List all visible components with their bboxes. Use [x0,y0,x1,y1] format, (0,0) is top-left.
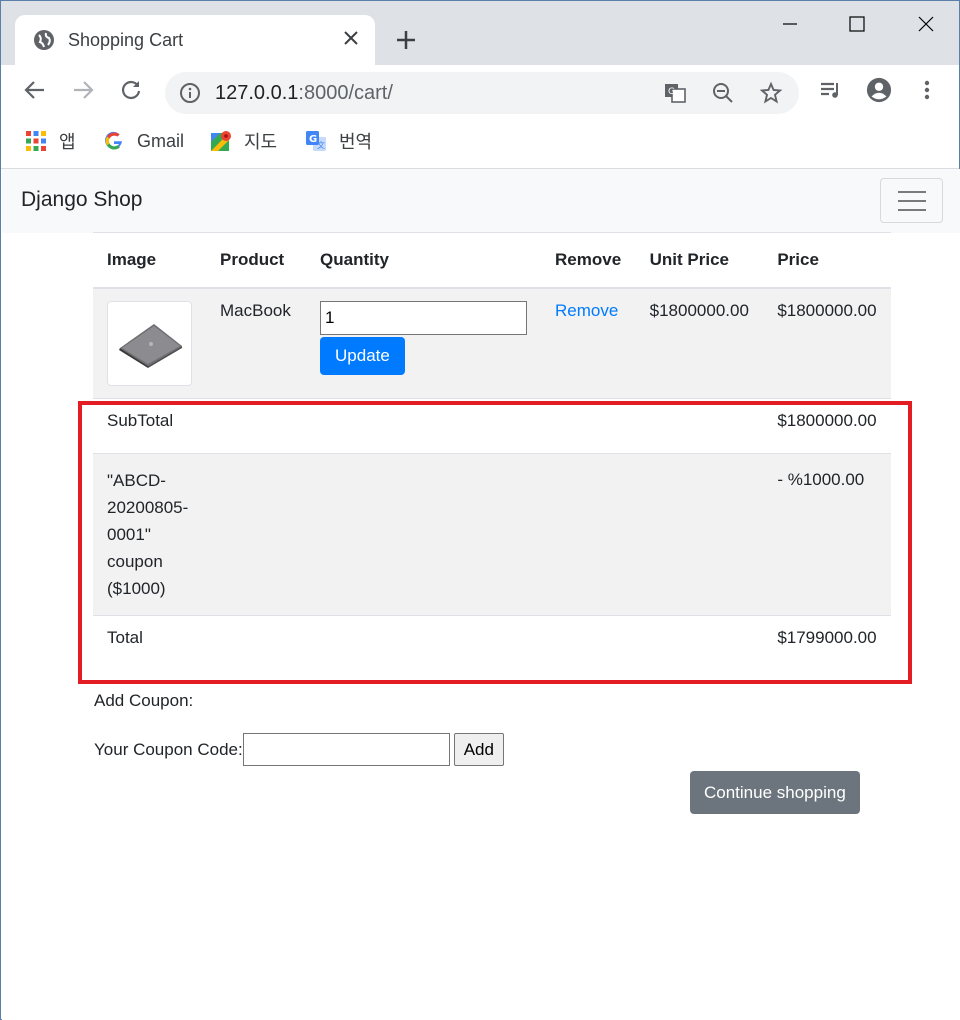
update-button[interactable]: Update [320,336,405,375]
browser-window: Shopping Cart 127.0.0.1:8000/cart/ G 앱 G… [0,0,960,1020]
table-row: MacBook Update Remove $1800000.00 $18000… [93,287,891,399]
tab-strip: Shopping Cart [1,1,959,67]
close-tab-icon[interactable] [340,27,362,49]
tab-shopping-cart[interactable]: Shopping Cart [15,15,375,67]
subtotal-label: SubTotal [93,398,206,454]
header-product: Product [206,232,307,289]
svg-text:文: 文 [317,140,325,150]
coupon-line: coupon [107,552,163,571]
bookmark-apps[interactable]: 앱 [25,129,76,153]
close-window-icon[interactable] [913,11,939,37]
total-label: Total [93,615,206,671]
apps-grid-icon [25,130,47,152]
bookmark-translate-label: 번역 [339,132,373,152]
unit-price: $1800000.00 [635,287,764,399]
url-text: 127.0.0.1:8000/cart/ [215,82,393,105]
site-navbar: Django Shop [2,169,960,233]
hamburger-icon-line [898,209,926,211]
product-thumbnail[interactable] [107,300,192,386]
add-coupon-button[interactable]: Add [453,733,504,766]
forward-arrow-icon[interactable] [70,77,96,103]
item-price: $1800000.00 [763,287,891,399]
back-arrow-icon[interactable] [22,77,48,103]
coupon-line: 20200805- [107,498,189,517]
coupon-description: "ABCD- 20200805- 0001" coupon ($1000) [93,453,206,616]
header-image: Image [93,232,206,289]
coupon-line: ($1000) [107,579,166,598]
bookmark-apps-label: 앱 [59,132,76,152]
bookmarks-bar: 앱 Gmail 지도 G文 번역 [1,121,959,169]
product-image-cell [93,287,206,399]
maps-icon [210,130,232,152]
quantity-cell: Update [306,287,542,399]
remove-cell: Remove [541,287,636,399]
menu-dots-icon[interactable] [914,77,940,103]
bookmark-maps-label: 지도 [244,132,278,152]
cart-header-row: Image Product Quantity Remove Unit Price… [93,232,891,289]
product-name: MacBook [206,287,307,399]
header-unit-price: Unit Price [635,232,764,289]
coupon-code-input[interactable] [242,733,450,766]
url-host: 127.0.0.1 [215,82,299,104]
coupon-line: 0001" [107,525,151,544]
site-info-icon[interactable] [179,82,201,104]
url-path: :8000/cart/ [298,82,393,104]
discount-value: - %1000.00 [763,453,891,616]
bookmark-star-icon[interactable] [759,81,783,105]
media-control-icon[interactable] [818,77,844,103]
add-coupon-heading: Add Coupon: [94,691,194,710]
cart-table: Image Product Quantity Remove Unit Price… [93,232,891,671]
minimize-icon[interactable] [777,11,803,37]
hamburger-icon-line [898,200,926,202]
bookmark-gmail-label: Gmail [137,130,185,151]
translate-page-icon[interactable]: G [663,81,687,105]
bookmark-translate[interactable]: G文 번역 [305,129,372,153]
subtotal-row: SubTotal $1800000.00 [93,398,891,454]
bookmark-maps[interactable]: 지도 [210,129,277,153]
subtotal-value: $1800000.00 [763,398,891,454]
svg-text:G: G [309,134,317,145]
profile-avatar-icon[interactable] [866,77,892,103]
page-content: Django Shop Image Product Quantity Remov… [2,169,960,1020]
header-remove: Remove [541,232,636,289]
maximize-icon[interactable] [844,11,870,37]
remove-link[interactable]: Remove [555,301,618,320]
coupon-form: Your Coupon Code: Add [94,733,504,766]
header-quantity: Quantity [306,232,542,289]
google-icon [103,130,125,152]
address-bar[interactable]: 127.0.0.1:8000/cart/ G [165,72,799,114]
header-price: Price [763,232,891,289]
navbar-toggler-button[interactable] [880,178,943,223]
new-tab-icon[interactable] [393,27,419,53]
zoom-out-icon[interactable] [711,81,735,105]
svg-text:G: G [668,87,675,97]
coupon-code-label: Your Coupon Code: [94,739,243,759]
laptop-image [118,324,182,368]
quantity-input[interactable] [320,300,528,335]
browser-toolbar: 127.0.0.1:8000/cart/ G [1,65,959,121]
hamburger-icon-line [898,191,926,193]
translate-icon: G文 [305,130,327,152]
coupon-row: "ABCD- 20200805- 0001" coupon ($1000) - … [93,453,891,616]
reload-icon[interactable] [118,77,144,103]
coupon-line: "ABCD- [107,471,166,490]
tab-title: Shopping Cart [68,30,184,50]
bookmark-gmail[interactable]: Gmail [103,129,184,153]
globe-icon [33,29,55,51]
total-row: Total $1799000.00 [93,615,891,671]
continue-shopping-button[interactable]: Continue shopping [690,771,860,814]
total-value: $1799000.00 [763,615,891,671]
brand-link[interactable]: Django Shop [21,188,142,212]
